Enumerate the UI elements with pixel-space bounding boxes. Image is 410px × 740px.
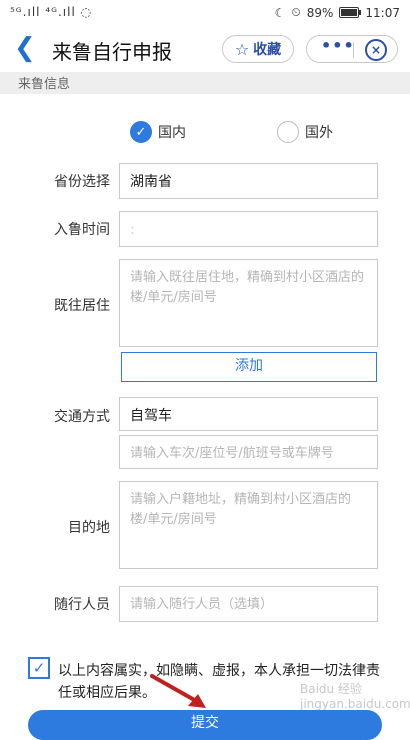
navigation-bar: ❮ 来鲁自行申报 ☆ 收藏 ••• ×: [0, 26, 410, 72]
radio-domestic[interactable]: ✓ 国内: [130, 121, 186, 143]
previous-residence-placeholder: 请输入既往居住地，精确到村小区酒店的楼/单元/房间号: [130, 270, 365, 305]
red-arrow-annotation: [150, 674, 206, 708]
capsule-menu: ••• ×: [306, 35, 398, 63]
check-icon: ✓: [130, 121, 152, 143]
section-title: 来鲁信息: [18, 77, 71, 92]
entry-time-input[interactable]: :: [119, 211, 378, 247]
more-button[interactable]: •••: [321, 36, 355, 55]
companions-input[interactable]: 请输入随行人员（选填）: [119, 586, 378, 622]
star-icon: ☆: [234, 39, 250, 59]
transport-value: 自驾车: [130, 408, 172, 424]
radio-foreign[interactable]: 国外: [277, 121, 333, 143]
agree-checkbox[interactable]: ✓: [28, 657, 50, 679]
vehicle-number-input[interactable]: 请输入车次/座位号/航班号或车牌号: [119, 435, 378, 469]
battery-fill: [341, 9, 358, 16]
status-right: ☾ ⏲ 89% 11:07: [275, 5, 400, 20]
province-select[interactable]: 湖南省: [119, 163, 378, 199]
submit-button[interactable]: 提交: [28, 710, 382, 740]
province-value: 湖南省: [130, 174, 172, 190]
entry-time-label: 入鲁时间: [54, 222, 110, 238]
companions-label: 随行人员: [54, 597, 110, 613]
favorite-label: 收藏: [253, 42, 282, 58]
watermark: Baidu 经验 jingyan.baidu.com: [300, 682, 410, 711]
status-bar: ⁵ᴳ.ıll ⁴ᴳ.ıll ◌ ☾ ⏲ 89% 11:07: [0, 0, 410, 26]
destination-placeholder: 请输入户籍地址，精确到村小区酒店的楼/单元/房间号: [130, 492, 352, 527]
page-title: 来鲁自行申报: [52, 40, 172, 64]
transport-select[interactable]: 自驾车: [119, 397, 378, 431]
battery-icon: [339, 7, 362, 18]
previous-residence-label: 既往居住: [54, 298, 110, 314]
vehicle-number-placeholder: 请输入车次/座位号/航班号或车牌号: [130, 446, 334, 461]
radio-foreign-label: 国外: [305, 125, 333, 141]
capsule-divider: [353, 42, 354, 58]
add-button[interactable]: 添加: [121, 352, 377, 382]
section-header: 来鲁信息: [0, 72, 410, 94]
companions-placeholder: 请输入随行人员（选填）: [130, 597, 274, 612]
close-icon[interactable]: ×: [365, 39, 387, 61]
destination-input[interactable]: 请输入户籍地址，精确到村小区酒店的楼/单元/房间号: [119, 481, 378, 569]
signal-indicators: ⁵ᴳ.ıll ⁴ᴳ.ıll ◌: [10, 5, 93, 19]
transport-label: 交通方式: [54, 409, 110, 425]
clock: 11:07: [365, 5, 400, 20]
back-arrow-icon[interactable]: ❮: [14, 33, 36, 63]
destination-label: 目的地: [68, 520, 110, 536]
entry-time-value: :: [130, 222, 135, 238]
battery-percent: 89%: [306, 5, 334, 20]
radio-empty-icon: [277, 121, 299, 143]
moon-icon: ☾: [274, 5, 286, 20]
previous-residence-input[interactable]: 请输入既往居住地，精确到村小区酒店的楼/单元/房间号: [119, 259, 378, 347]
alarm-icon: ⏲: [291, 5, 301, 19]
favorite-button[interactable]: ☆ 收藏: [222, 35, 294, 63]
province-label: 省份选择: [54, 174, 110, 190]
radio-domestic-label: 国内: [158, 125, 186, 141]
